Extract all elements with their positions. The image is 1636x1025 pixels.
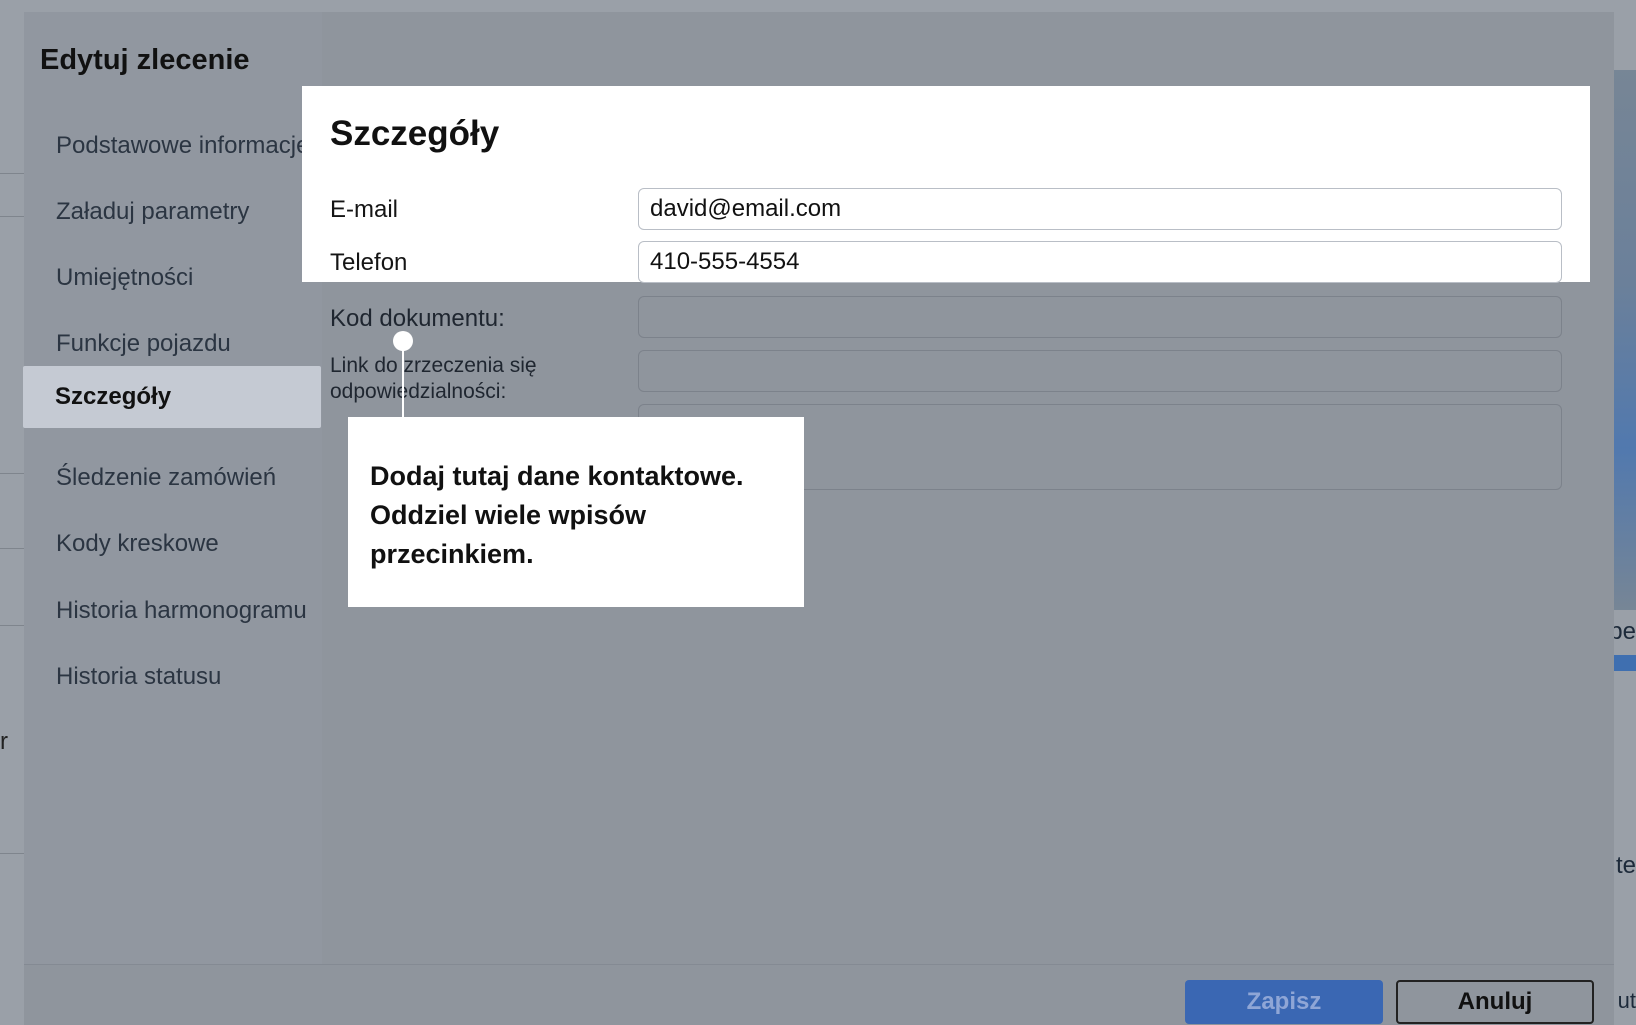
nav-item-barcodes[interactable]: Kody kreskowe [24,514,322,574]
background-map [1614,70,1636,610]
modal-sidebar: Edytuj zlecenie Podstawowe informacje Za… [23,12,322,964]
doc-code-field[interactable] [638,296,1562,338]
nav-item-status-history[interactable]: Historia statusu [24,647,322,707]
nav-item-schedule-history[interactable]: Historia harmonogramu [24,581,322,641]
tooltip-text-line1: Dodaj tutaj dane kontaktowe. [370,461,744,491]
nav-item-basic-info[interactable]: Podstawowe informacje [24,116,322,176]
help-tooltip: Dodaj tutaj dane kontaktowe. Oddziel wie… [348,417,804,607]
nav-item-load-params[interactable]: Załaduj parametry [24,182,322,242]
phone-field[interactable]: 410-555-4554 [638,241,1562,283]
nav-item-label: Historia harmonogramu [56,597,307,624]
nav-item-label: Funkcje pojazdu [56,330,231,357]
background-divider [0,173,24,174]
email-field[interactable]: david@email.com [638,188,1562,230]
background-blue-bar [1614,655,1636,671]
modal-title: Edytuj zlecenie [40,44,250,76]
disclaimer-label-line1: Link do zrzeczenia się [330,354,537,377]
background-divider [0,853,24,854]
disclaimer-link-field[interactable] [638,350,1562,392]
cancel-button[interactable]: Anuluj [1396,980,1594,1024]
footer-divider [24,964,1614,965]
nav-item-label: Załaduj parametry [56,198,250,225]
disclaimer-label-line2: odpowiedzialności: [330,380,507,403]
tooltip-text-line3: przecinkiem. [370,539,534,569]
section-title: Szczegóły [330,114,500,153]
email-label: E-mail [330,196,399,223]
background-divider [0,625,24,626]
phone-label: Telefon [330,249,408,276]
nav-item-label: Kody kreskowe [56,530,219,557]
tooltip-text-line2: Oddziel wiele wpisów [370,500,647,530]
nav-item-skills[interactable]: Umiejętności [24,248,322,308]
nav-item-label: Historia statusu [56,663,222,690]
tooltip-anchor-dot [393,331,413,351]
nav-item-order-tracking[interactable]: Śledzenie zamówień [24,448,322,508]
nav-item-label: Szczegóły [55,383,172,410]
nav-item-details[interactable]: Szczegóły [23,366,321,428]
save-button[interactable]: Zapisz [1185,980,1383,1024]
nav-item-label: Śledzenie zamówień [56,464,277,491]
nav-item-label: Umiejętności [56,264,194,291]
background-text-fragment: r [0,728,8,755]
background-divider [0,473,24,474]
nav-item-vehicle-features[interactable]: Funkcje pojazdu [24,314,322,374]
background-text-fragment: ut [1617,988,1636,1013]
tooltip-connector [402,340,404,418]
doc-code-label: Kod dokumentu: [330,305,505,332]
background-text-fragment: te [1615,852,1636,879]
background-divider [0,548,24,549]
background-divider [0,216,24,217]
nav-item-label: Podstawowe informacje [56,132,310,159]
